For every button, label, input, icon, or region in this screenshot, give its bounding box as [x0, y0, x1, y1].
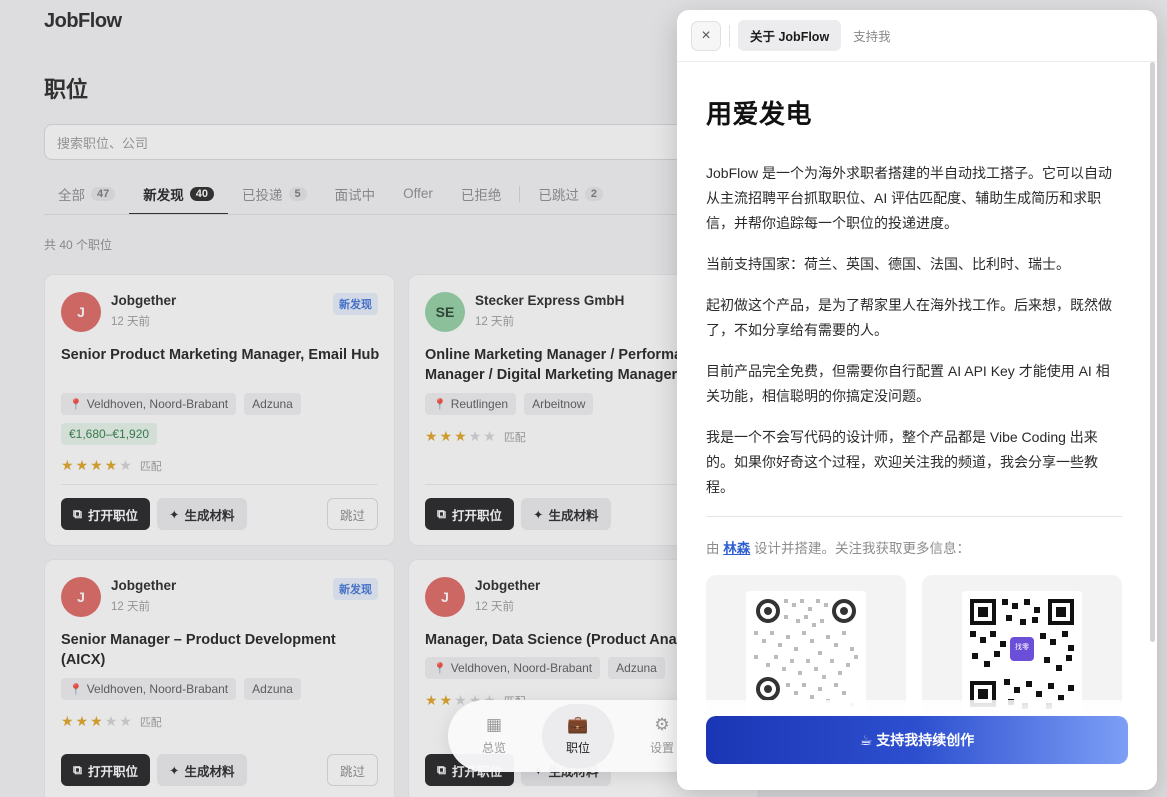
about-panel: × 关于 JobFlow 支持我 用爱发电 JobFlow 是一个为海外求职者搭… [677, 10, 1157, 790]
gear-icon: ⚙ [654, 715, 670, 734]
qr-card [706, 575, 906, 715]
grid-icon: ▦ [485, 715, 503, 734]
panel-content: 用爱发电 JobFlow 是一个为海外求职者搭建的半自动找工搭子。它可以自动从主… [706, 94, 1122, 715]
qr-codes: 找零 [706, 575, 1122, 715]
credit-line: 由 林森 设计并搭建。关注我获取更多信息： [706, 537, 1122, 557]
nav-label: 总览 [481, 741, 506, 755]
qr-code-graphic: 找零 [962, 591, 1082, 715]
qr-card: 找零 [922, 575, 1122, 715]
bottom-nav: ▦ 总览 💼 职位 ⚙ 设置 [448, 700, 708, 772]
credit-prefix: 由 [706, 541, 720, 556]
close-button[interactable]: × [691, 20, 721, 51]
qr-logo-text: 找零 [1015, 642, 1029, 651]
tab-support[interactable]: 支持我 [841, 20, 903, 51]
content-divider [706, 516, 1122, 517]
tab-about[interactable]: 关于 JobFlow [738, 20, 842, 51]
header-separator [729, 24, 730, 47]
countries-paragraph: 当前支持国家：荷兰、英国、德国、法国、比利时、瑞士。 [706, 256, 1070, 272]
qr-code-image [746, 591, 866, 715]
author-paragraph: 我是一个不会写代码的设计师，整个产品都是 Vibe Coding 出来的。如果你… [706, 429, 1098, 495]
nav-overview[interactable]: ▦ 总览 [458, 704, 530, 768]
nav-label: 职位 [565, 741, 590, 755]
origin-paragraph: 起初做这个产品，是为了帮家里人在海外找工作。后来想，既然做了，不如分享给有需要的… [706, 297, 1112, 338]
author-link[interactable]: 林森 [723, 541, 750, 556]
nav-jobs[interactable]: 💼 职位 [542, 704, 614, 768]
credit-suffix: 设计并搭建。关注我获取更多信息： [754, 541, 971, 556]
panel-header: × 关于 JobFlow 支持我 [677, 10, 1157, 62]
qr-code-graphic [746, 591, 866, 715]
qr-code-image: 找零 [962, 591, 1082, 715]
briefcase-icon: 💼 [567, 715, 589, 734]
intro-paragraph: JobFlow 是一个为海外求职者搭建的半自动找工搭子。它可以自动从主流招聘平台… [706, 165, 1113, 231]
close-icon: × [701, 26, 711, 44]
nav-label: 设置 [649, 741, 674, 755]
pricing-paragraph: 目前产品完全免费，但需要你自行配置 AI API Key 才能使用 AI 相关功… [706, 363, 1110, 404]
panel-scrollbar[interactable] [1150, 62, 1155, 642]
panel-title: 用爱发电 [706, 99, 813, 129]
support-button[interactable]: ☕ 支持我持续创作 [706, 716, 1128, 764]
